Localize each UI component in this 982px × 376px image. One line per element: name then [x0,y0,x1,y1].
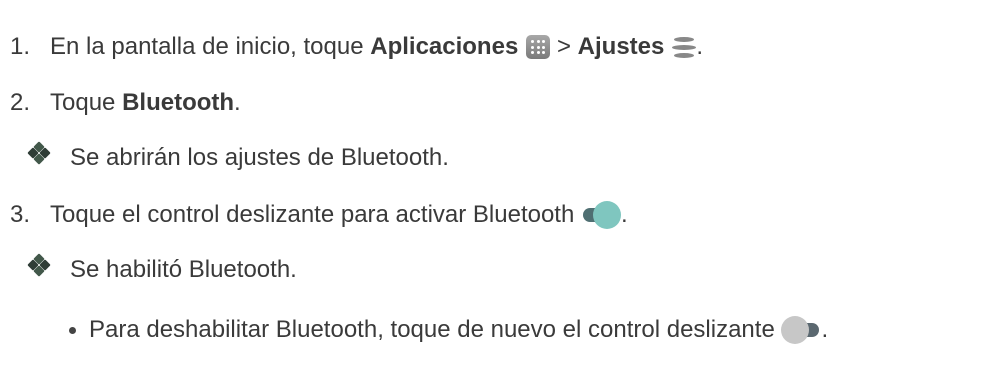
step-1: 1. En la pantalla de inicio, toque Aplic… [10,32,703,62]
step-end: . [621,201,628,228]
step-number: 2. [10,89,31,116]
step-text: Toque [50,89,123,116]
bullet-end: . [821,316,829,343]
diamond-bullet-icon [27,253,51,277]
settings-icon [672,34,697,60]
result-1: Se abrirán los ajustes de Bluetooth. [27,141,449,173]
settings-label: Ajustes [577,33,665,60]
apps-grid-icon [526,35,551,59]
bullet-dot-icon [69,326,76,334]
result-text: Se habilitó Bluetooth. [70,256,297,283]
step-number: 1. [10,33,31,60]
step-3: 3. Toque el control deslizante para acti… [10,200,628,230]
result-2: Se habilitó Bluetooth. [27,253,297,285]
step-text: Toque el control deslizante para activar… [50,201,581,228]
toggle-off-icon [781,315,821,345]
step-2: 2. Toque Bluetooth . [10,88,241,118]
apps-label: Aplicaciones [370,33,519,60]
step-separator: > [550,33,578,60]
toggle-on-icon [581,200,621,230]
step-number: 3. [10,201,31,228]
step-end: . [696,33,704,60]
bluetooth-label: Bluetooth [122,89,235,116]
result-text: Se abrirán los ajustes de Bluetooth. [70,144,449,171]
bullet-1: Para deshabilitar Bluetooth, toque de nu… [69,315,828,345]
step-end: . [234,89,241,116]
diamond-bullet-icon [27,141,51,165]
bullet-text: Para deshabilitar Bluetooth, toque de nu… [89,316,782,343]
step-text: En la pantalla de inicio, toque [50,33,371,60]
